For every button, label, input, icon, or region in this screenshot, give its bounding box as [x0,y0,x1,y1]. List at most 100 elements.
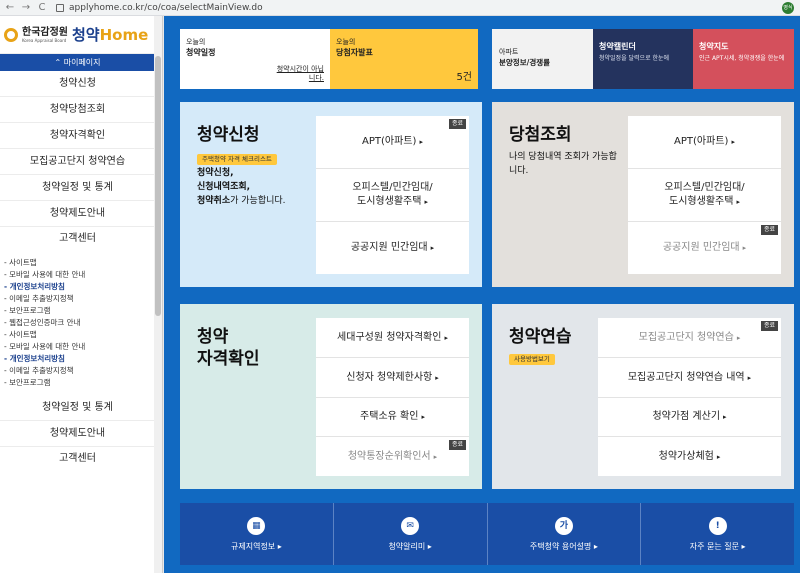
practice-list: 모집공고단지 청약연습 ▸ 종료 모집공고단지 청약연습 내역 ▸ 청약가점 계산기… [598,318,781,476]
qualification-title: 청약 자격확인 [197,327,260,369]
sidebar-scrollbar[interactable] [154,16,162,573]
link-accessibility[interactable]: - 웹접근성인증마크 안내 [4,317,155,329]
closed-badge: 종료 [760,321,778,331]
account-rank-link[interactable]: 청약통장순위확인서 ▸ 종료 [316,437,469,476]
arrow-right-icon: ▸ [435,373,439,382]
household-qualify-link[interactable]: 세대구성원 청약자격확인 ▸ [316,318,469,358]
link-email-policy-2[interactable]: - 이메일 추출방지정책 [4,365,155,377]
exclamation-icon: ! [708,516,727,535]
url-text: applyhome.co.kr/co/coa/selectMainView.do [69,2,263,13]
sidebar-item-winner-check[interactable]: 청약당첨조회 [0,97,155,123]
logo-english-text: Korea Appraisal Board [22,37,67,43]
virtual-experience-link[interactable]: 청약가상체험 ▸ [598,437,781,476]
link-mobile-guide-2[interactable]: - 모바일 사용에 대한 안내 [4,341,155,353]
winner-desc: 나의 당첨내역 조회가 가능합니다. [509,152,617,176]
practice-section: 청약연습 사용방법보기 모집공고단지 청약연습 ▸ 종료 모집공고단지 청약연습 … [492,304,794,489]
applicant-restriction-link[interactable]: 신청자 청약제한사항 ▸ [316,358,469,398]
calendar-card[interactable]: 청약캘린더 청약일정을 달력으로 한눈에 [593,29,693,89]
logo-circle-icon [4,27,18,42]
score-calculator-link[interactable]: 청약가점 계산기 ▸ [598,398,781,437]
apply-checklist-tag[interactable]: 주택청약 자격 체크리스트 [197,154,277,165]
sidebar-item-customer-center-2[interactable]: 고객센터 [0,447,155,471]
arrow-right-icon: ▸ [747,373,752,382]
apt-sale-info-card[interactable]: 아파트 분양정보/경쟁률 [492,29,593,89]
apply-apt-link[interactable]: APT(아파트) ▸ 종료 [316,116,469,169]
apply-list: APT(아파트) ▸ 종료 오피스텔/민간임대/ 도시형생활주택 ▸ 공공지원 민간… [316,116,469,274]
quick-link-glossary[interactable]: 가 주택청약 용어설명 ▸ [488,503,642,565]
winner-list: APT(아파트) ▸ 오피스텔/민간임대/ 도시형생활주택 ▸ 공공지원 민간임대 ▸… [628,116,781,274]
usage-guide-tag[interactable]: 사용방법보기 [509,354,555,365]
sidebar-item-practice[interactable]: 모집공고단지 청약연습 [0,149,155,175]
reload-icon[interactable]: C [36,2,48,14]
apply-section: 청약신청 주택청약 자격 체크리스트 청약신청, 신청내역조회, 청약취소가 가… [180,102,482,287]
map-title: 청약지도 [699,42,729,51]
today-schedule-card[interactable]: 오늘의 청약일정 청약시간이 아닙니다. [180,29,330,89]
site-logo[interactable]: 한국감정원 Korea Appraisal Board 청약Home [0,16,155,54]
practice-history-link[interactable]: 모집공고단지 청약연습 내역 ▸ [598,358,781,398]
winner-apt-link[interactable]: APT(아파트) ▸ [628,116,781,169]
quick-link-regulation[interactable]: ▦ 규제지역정보 ▸ [180,503,334,565]
mypage-button[interactable]: ⌃ 마이페이지 [0,54,155,71]
qualification-list: 세대구성원 청약자격확인 ▸ 신청자 청약제한사항 ▸ 주택소유 확인 ▸ 청약통장순… [316,318,469,476]
scrollbar-thumb[interactable] [155,56,161,316]
apply-title: 청약신청 [197,125,260,145]
today-winner-card[interactable]: 오늘의 당첨자발표 5건 [330,29,478,89]
winner-count: 5건 [456,72,472,83]
logo-korean-text: 한국감정원 [22,26,68,38]
quick-link-faq[interactable]: ! 자주 묻는 질문 ▸ [641,503,794,565]
sidebar-item-customer-center[interactable]: 고객센터 [0,227,155,251]
sidebar-item-schedule-2[interactable]: 청약일정 및 통계 [0,395,155,421]
left-sidebar: 한국감정원 Korea Appraisal Board 청약Home ⌃ 마이페… [0,16,163,573]
arrow-right-icon: ▸ [716,452,721,461]
link-mobile-guide[interactable]: - 모바일 사용에 대한 안내 [4,269,155,281]
link-sitemap[interactable]: - 사이트맵 [4,257,155,269]
arrow-right-icon: ▸ [421,413,425,421]
sidebar-item-system-guide[interactable]: 청약제도안내 [0,201,155,227]
winner-today-label: 오늘의 [336,38,356,46]
winner-officetel-link[interactable]: 오피스텔/민간임대/ 도시형생활주택 ▸ [628,169,781,222]
forward-arrow-icon[interactable]: → [20,2,32,14]
envelope-icon: ✉ [401,516,420,535]
winner-public-rental-link[interactable]: 공공지원 민간임대 ▸ 종료 [628,222,781,274]
arrow-right-icon: ▸ [444,333,448,342]
address-bar[interactable]: applyhome.co.kr/co/coa/selectMainView.do [56,3,263,13]
closed-badge: 종료 [448,440,466,450]
logo-home-text: 청약Home [72,26,149,44]
arrow-right-icon: ▸ [433,452,438,461]
arrow-right-icon: ▸ [736,198,740,206]
sidebar-item-apply[interactable]: 청약신청 [0,71,155,97]
link-security-program[interactable]: - 보안프로그램 [4,305,155,317]
link-email-policy[interactable]: - 이메일 추출방지정책 [4,293,155,305]
closed-badge: 종료 [760,225,778,235]
apply-desc: 청약신청, 신청내역조회, 청약취소가 가능합니다. [197,168,286,206]
winner-title: 당첨조회 [509,125,572,145]
arrow-right-icon: ▸ [430,244,435,252]
link-sitemap-2[interactable]: - 사이트맵 [4,329,155,341]
closed-badge: 종료 [448,119,466,129]
qualification-section: 청약 자격확인 세대구성원 청약자격확인 ▸ 신청자 청약제한사항 ▸ 주택소유 확인… [180,304,482,489]
winner-announce-title: 당첨자발표 [336,48,373,57]
link-privacy[interactable]: - 개인정보처리방침 [4,281,155,293]
apply-public-rental-link[interactable]: 공공지원 민간임대 ▸ [316,222,469,274]
link-privacy-2[interactable]: - 개인정보처리방침 [4,353,155,365]
practice-title: 청약연습 [509,327,572,347]
house-ownership-link[interactable]: 주택소유 확인 ▸ [316,398,469,437]
glossary-icon: 가 [554,516,573,535]
browser-toolbar: ← → C applyhome.co.kr/co/coa/selectMainV… [0,0,800,16]
main-content: 오늘의 청약일정 청약시간이 아닙니다. 오늘의 당첨자발표 5건 아파트 분양… [164,16,800,573]
back-arrow-icon[interactable]: ← [4,2,16,14]
arrow-right-icon: ▸ [419,138,423,146]
lock-icon [56,3,64,12]
profile-avatar[interactable]: 영식 [782,2,794,14]
link-security-program-2[interactable]: - 보안프로그램 [4,377,155,389]
sidebar-item-schedule[interactable]: 청약일정 및 통계 [0,175,155,201]
practice-apply-link[interactable]: 모집공고단지 청약연습 ▸ 종료 [598,318,781,358]
footer-links: - 사이트맵 - 모바일 사용에 대한 안내 - 개인정보처리방침 - 이메일 … [0,251,155,389]
map-card[interactable]: 청약지도 인근 APT시세, 청약경쟁을 한눈에 [693,29,794,89]
sidebar-item-qualification[interactable]: 청약자격확인 [0,123,155,149]
sidebar-item-system-guide-2[interactable]: 청약제도안내 [0,421,155,447]
not-apply-time-link[interactable]: 청약시간이 아닙니다. [272,65,324,83]
apply-officetel-link[interactable]: 오피스텔/민간임대/ 도시형생활주택 ▸ [316,169,469,222]
calendar-title: 청약캘린더 [599,42,636,51]
quick-link-notifier[interactable]: ✉ 청약알리미 ▸ [334,503,488,565]
